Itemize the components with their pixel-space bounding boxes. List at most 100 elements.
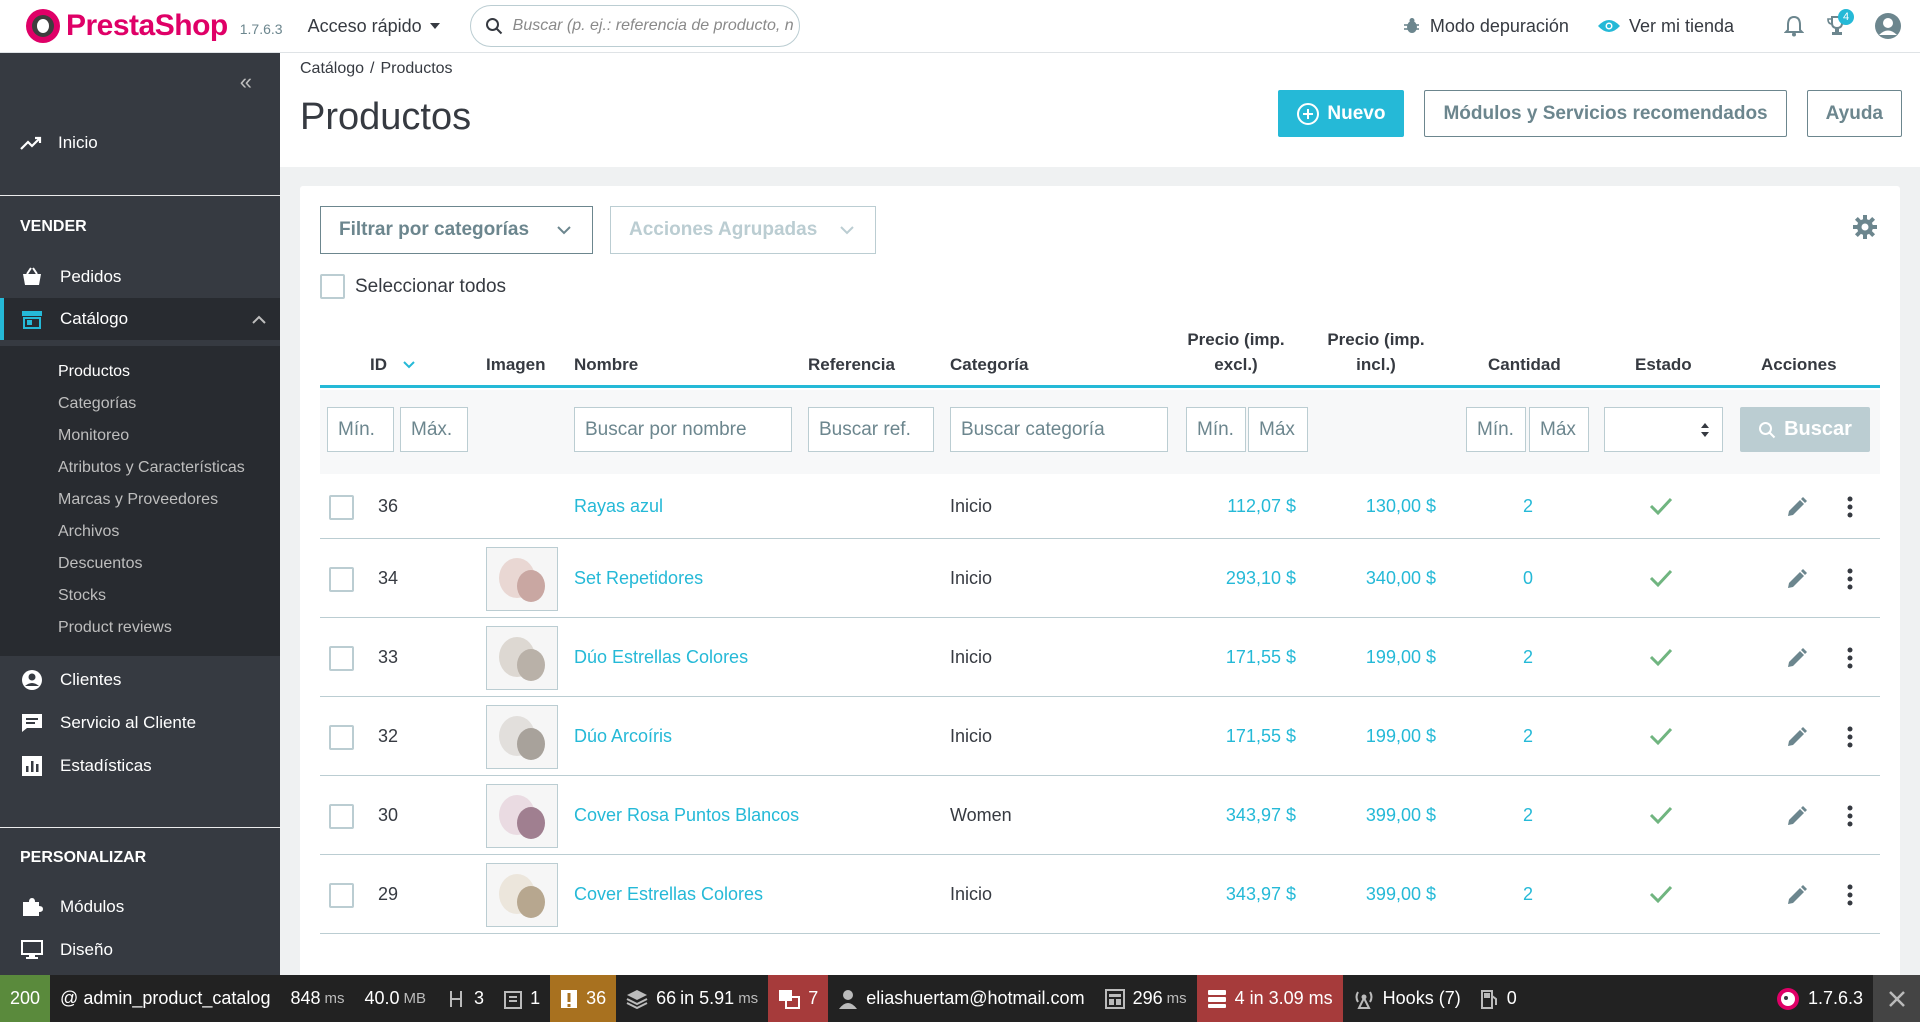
product-name-link[interactable]: Set Repetidores bbox=[574, 568, 703, 589]
column-header-category[interactable]: Categoría bbox=[950, 352, 1028, 377]
header-search-input[interactable] bbox=[512, 17, 793, 35]
sidebar-item-modules[interactable]: Módulos bbox=[0, 886, 280, 928]
product-price-incl[interactable]: 340,00 $ bbox=[1296, 568, 1436, 589]
filter-search-button[interactable]: Buscar bbox=[1740, 407, 1870, 452]
more-actions-button[interactable] bbox=[1847, 726, 1853, 753]
column-header-price-excl[interactable]: Precio (imp. excl.) bbox=[1176, 327, 1296, 377]
column-header-quantity[interactable]: Cantidad bbox=[1488, 352, 1561, 377]
product-price-incl[interactable]: 199,00 $ bbox=[1296, 647, 1436, 668]
hooks-panel[interactable]: Hooks (7) bbox=[1343, 975, 1471, 1022]
user-panel[interactable]: eliashuertam@hotmail.com bbox=[828, 975, 1094, 1022]
product-name-link[interactable]: Cover Estrellas Colores bbox=[574, 884, 763, 905]
close-toolbar-button[interactable] bbox=[1873, 975, 1920, 1022]
submenu-item[interactable]: Marcas y Proveedores bbox=[0, 484, 280, 516]
sidebar-item-home[interactable]: Inicio bbox=[0, 123, 280, 163]
product-name-link[interactable]: Rayas azul bbox=[574, 496, 663, 517]
product-price-incl[interactable]: 199,00 $ bbox=[1296, 726, 1436, 747]
trophy-button[interactable]: 4 bbox=[1826, 9, 1854, 37]
row-checkbox[interactable] bbox=[329, 882, 354, 908]
http-status[interactable]: 200 bbox=[0, 975, 51, 1022]
product-thumbnail[interactable] bbox=[486, 704, 558, 769]
gas-panel[interactable]: 0 bbox=[1471, 975, 1527, 1022]
prestashop-logo[interactable]: PrestaShop bbox=[26, 9, 228, 43]
edit-button[interactable] bbox=[1786, 568, 1808, 595]
recommended-modules-button[interactable]: Módulos y Servicios recomendados bbox=[1424, 90, 1787, 137]
status-enabled-check[interactable] bbox=[1649, 496, 1673, 521]
edit-button[interactable] bbox=[1786, 647, 1808, 674]
product-price-incl[interactable]: 130,00 $ bbox=[1296, 496, 1436, 517]
route-name[interactable]: @ admin_product_catalog bbox=[50, 975, 280, 1022]
submenu-item[interactable]: Productos bbox=[0, 356, 280, 388]
status-enabled-check[interactable] bbox=[1649, 805, 1673, 830]
header-search[interactable] bbox=[469, 5, 800, 47]
submenu-item[interactable]: Archivos bbox=[0, 516, 280, 548]
id-min-input[interactable] bbox=[327, 407, 394, 452]
status-enabled-check[interactable] bbox=[1649, 568, 1673, 593]
breadcrumb-catalog[interactable]: Catálogo bbox=[300, 60, 364, 77]
product-price-excl[interactable]: 171,55 $ bbox=[1176, 726, 1296, 747]
table-row[interactable]: 29 Cover Estrellas Colores Inicio 343,97 $3… bbox=[320, 855, 1880, 934]
account-button[interactable] bbox=[1874, 12, 1902, 40]
submenu-item[interactable]: Atributos y Características bbox=[0, 452, 280, 484]
row-checkbox[interactable] bbox=[329, 724, 354, 750]
gear-icon[interactable] bbox=[1852, 214, 1878, 240]
debug-mode-link[interactable]: Modo depuración bbox=[1402, 16, 1569, 37]
sidebar-item-orders[interactable]: Pedidos bbox=[0, 256, 280, 298]
product-quantity[interactable]: 2 bbox=[1488, 647, 1568, 668]
product-thumbnail[interactable] bbox=[486, 625, 558, 690]
more-actions-button[interactable] bbox=[1847, 568, 1853, 595]
table-row[interactable]: 30 Cover Rosa Puntos Blancos Women 343,97 $… bbox=[320, 776, 1880, 855]
translations-panel[interactable]: 7 bbox=[768, 975, 829, 1022]
reference-search-input[interactable] bbox=[808, 407, 934, 452]
product-quantity[interactable]: 2 bbox=[1488, 805, 1568, 826]
product-price-incl[interactable]: 399,00 $ bbox=[1296, 805, 1436, 826]
edit-button[interactable] bbox=[1786, 726, 1808, 753]
submenu-item[interactable]: Stocks bbox=[0, 580, 280, 612]
price-max-input[interactable] bbox=[1248, 407, 1308, 452]
price-min-input[interactable] bbox=[1186, 407, 1246, 452]
row-checkbox[interactable] bbox=[329, 645, 354, 671]
product-name-link[interactable]: Dúo Estrellas Colores bbox=[574, 647, 748, 668]
product-thumbnail[interactable] bbox=[486, 546, 558, 611]
select-all-checkbox[interactable] bbox=[320, 274, 345, 299]
product-price-excl[interactable]: 171,55 $ bbox=[1176, 647, 1296, 668]
status-enabled-check[interactable] bbox=[1649, 726, 1673, 751]
errors-panel[interactable]: 36 bbox=[550, 975, 617, 1022]
product-quantity[interactable]: 0 bbox=[1488, 568, 1568, 589]
more-actions-button[interactable] bbox=[1847, 647, 1853, 674]
row-checkbox[interactable] bbox=[329, 803, 354, 829]
twig-panel[interactable]: 296 ms bbox=[1095, 975, 1197, 1022]
product-price-excl[interactable]: 343,97 $ bbox=[1176, 805, 1296, 826]
name-search-input[interactable] bbox=[574, 407, 792, 452]
more-actions-button[interactable] bbox=[1847, 884, 1853, 911]
product-quantity[interactable]: 2 bbox=[1488, 726, 1568, 747]
sidebar-item-stats[interactable]: Estadísticas bbox=[0, 745, 280, 787]
table-row[interactable]: 32 Dúo Arcoíris Inicio 171,55 $199,00 $ 2 bbox=[320, 697, 1880, 776]
product-price-excl[interactable]: 343,97 $ bbox=[1176, 884, 1296, 905]
row-checkbox[interactable] bbox=[329, 495, 354, 520]
status-select[interactable] bbox=[1604, 407, 1723, 452]
quick-access-dropdown[interactable]: Acceso rápido bbox=[308, 16, 440, 37]
sidebar-item-design[interactable]: Diseño bbox=[0, 929, 280, 971]
product-quantity[interactable]: 2 bbox=[1488, 884, 1568, 905]
product-name-link[interactable]: Cover Rosa Puntos Blancos bbox=[574, 805, 799, 826]
column-header-id[interactable]: ID bbox=[370, 352, 416, 377]
id-max-input[interactable] bbox=[400, 407, 468, 452]
column-header-status[interactable]: Estado bbox=[1635, 352, 1692, 377]
submenu-item[interactable]: Descuentos bbox=[0, 548, 280, 580]
table-row[interactable]: 33 Dúo Estrellas Colores Inicio 171,55 $199… bbox=[320, 618, 1880, 697]
column-header-reference[interactable]: Referencia bbox=[808, 352, 895, 377]
product-price-excl[interactable]: 293,10 $ bbox=[1176, 568, 1296, 589]
prestashop-version-panel[interactable]: 1.7.6.3 bbox=[1766, 975, 1873, 1022]
collapse-sidebar-icon[interactable]: « bbox=[240, 69, 252, 95]
database-panel[interactable]: 66 in 5.91 ms bbox=[616, 975, 768, 1022]
product-price-excl[interactable]: 112,07 $ bbox=[1176, 496, 1296, 517]
edit-button[interactable] bbox=[1786, 496, 1808, 523]
view-shop-link[interactable]: Ver mi tienda bbox=[1597, 16, 1734, 37]
product-price-incl[interactable]: 399,00 $ bbox=[1296, 884, 1436, 905]
quantity-max-input[interactable] bbox=[1529, 407, 1589, 452]
notifications-button[interactable] bbox=[1784, 15, 1804, 37]
logs-panel[interactable]: 1 bbox=[494, 975, 550, 1022]
column-header-price-incl[interactable]: Precio (imp. incl.) bbox=[1316, 327, 1436, 377]
row-checkbox[interactable] bbox=[329, 566, 354, 592]
